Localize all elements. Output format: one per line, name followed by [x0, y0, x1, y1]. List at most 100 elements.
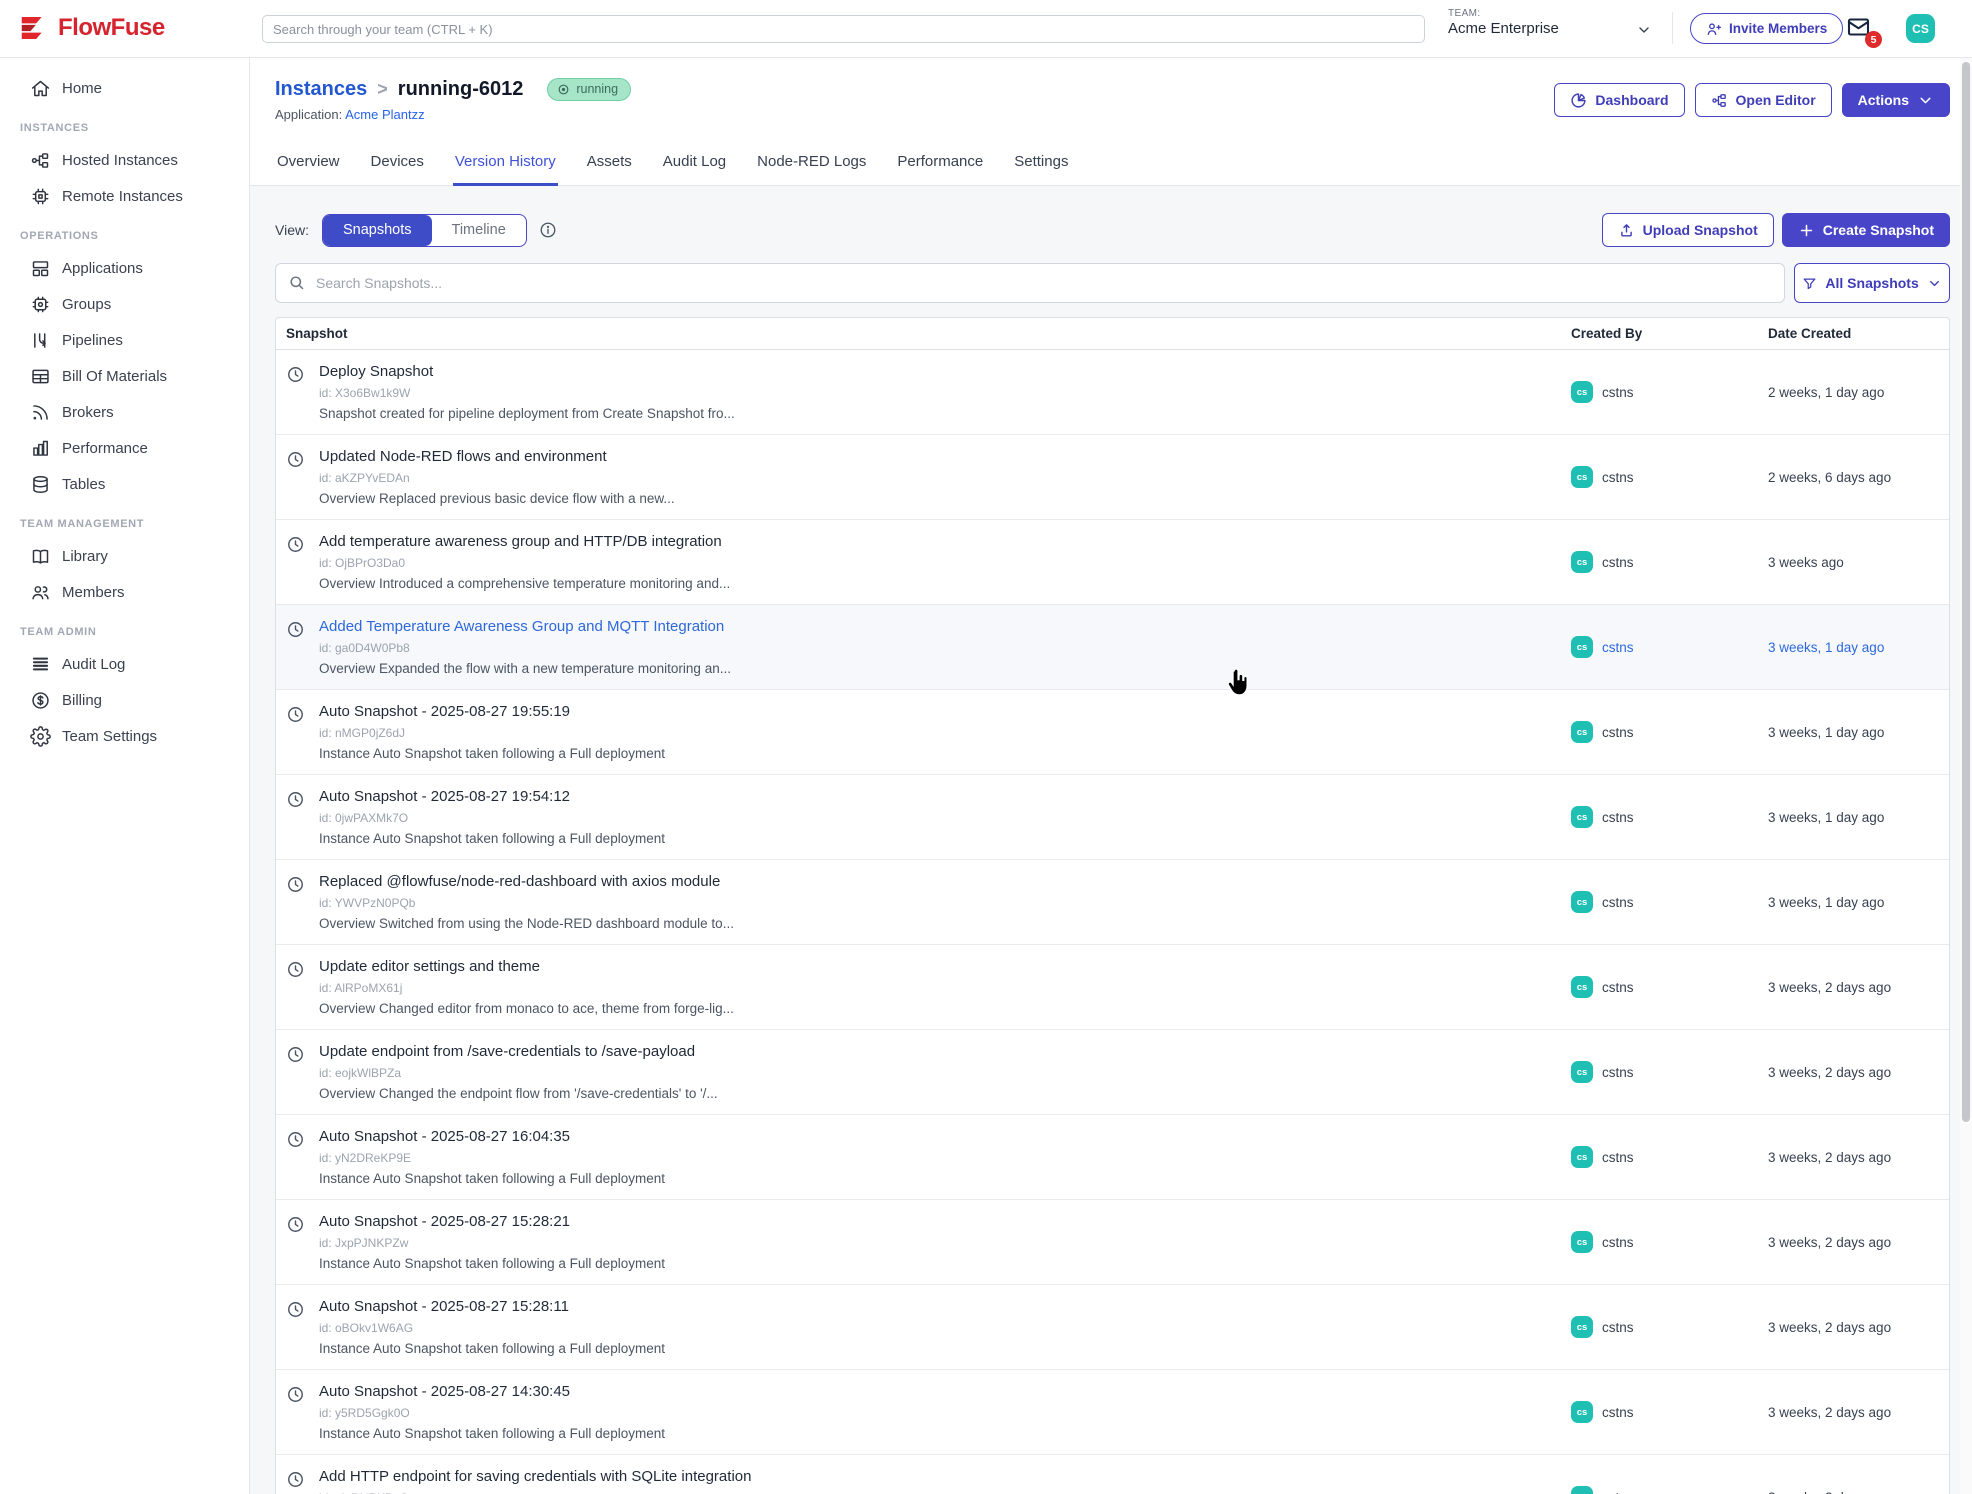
- clock-icon: [286, 365, 305, 384]
- sidebar-item-groups[interactable]: Groups: [0, 286, 249, 322]
- snapshot-search-input[interactable]: [275, 263, 1785, 303]
- scrollbar-thumb[interactable]: [1962, 62, 1970, 1122]
- sidebar-item-brokers[interactable]: Brokers: [0, 394, 249, 430]
- sidebar-item-bill-of-materials[interactable]: Bill Of Materials: [0, 358, 249, 394]
- clock-icon: [286, 790, 305, 809]
- sidebar-item-members[interactable]: Members: [0, 574, 249, 610]
- team-search-input[interactable]: [262, 15, 1425, 43]
- sidebar-item-team-settings[interactable]: Team Settings: [0, 718, 249, 754]
- snapshot-title[interactable]: Auto Snapshot - 2025-08-27 19:55:19: [319, 703, 665, 720]
- created-by-cell: cs cstns: [1571, 1370, 1768, 1454]
- date-created-cell: 3 weeks, 2 days ago: [1768, 945, 1949, 1029]
- create-snapshot-button[interactable]: Create Snapshot: [1782, 213, 1950, 247]
- tab-assets[interactable]: Assets: [585, 153, 634, 186]
- tab-devices[interactable]: Devices: [369, 153, 426, 186]
- breadcrumb-instances-link[interactable]: Instances: [275, 78, 367, 101]
- flowfuse-logo[interactable]: FlowFuse: [20, 13, 165, 43]
- scrollbar[interactable]: [1960, 58, 1972, 1494]
- snapshot-text: Auto Snapshot - 2025-08-27 15:28:11 id: …: [319, 1298, 665, 1369]
- members-icon: [30, 582, 51, 603]
- dashboard-button[interactable]: Dashboard: [1554, 83, 1684, 117]
- snapshot-title[interactable]: Update endpoint from /save-credentials t…: [319, 1043, 718, 1060]
- user-avatar[interactable]: CS: [1906, 14, 1935, 43]
- page-header: Instances > running-6012 running Applica…: [250, 58, 1972, 186]
- created-by-cell: cs cstns: [1571, 860, 1768, 944]
- table-row[interactable]: Update editor settings and theme id: AlR…: [276, 945, 1949, 1030]
- sidebar-item-remote-instances[interactable]: Remote Instances: [0, 178, 249, 214]
- tab-node-red-logs[interactable]: Node-RED Logs: [755, 153, 868, 186]
- author-name: cstns: [1602, 1150, 1634, 1165]
- snapshot-description: Overview Expanded the flow with a new te…: [319, 661, 731, 676]
- table-row[interactable]: Added Temperature Awareness Group and MQ…: [276, 605, 1949, 690]
- application-link[interactable]: Acme Plantzz: [345, 107, 424, 122]
- table-row[interactable]: Auto Snapshot - 2025-08-27 19:55:19 id: …: [276, 690, 1949, 775]
- sidebar-item-home[interactable]: Home: [0, 70, 249, 106]
- table-row[interactable]: Add HTTP endpoint for saving credentials…: [276, 1455, 1949, 1494]
- table-row[interactable]: Add temperature awareness group and HTTP…: [276, 520, 1949, 605]
- sidebar-item-performance[interactable]: Performance: [0, 430, 249, 466]
- snapshot-title[interactable]: Auto Snapshot - 2025-08-27 16:04:35: [319, 1128, 665, 1145]
- tab-overview[interactable]: Overview: [275, 153, 342, 186]
- table-row[interactable]: Auto Snapshot - 2025-08-27 15:28:21 id: …: [276, 1200, 1949, 1285]
- snapshot-title[interactable]: Auto Snapshot - 2025-08-27 15:28:21: [319, 1213, 665, 1230]
- sidebar-item-library[interactable]: Library: [0, 538, 249, 574]
- table-row[interactable]: Auto Snapshot - 2025-08-27 16:04:35 id: …: [276, 1115, 1949, 1200]
- sidebar-item-applications[interactable]: Applications: [0, 250, 249, 286]
- sidebar-item-label: Billing: [62, 692, 102, 709]
- sidebar-item-hosted-instances[interactable]: Hosted Instances: [0, 142, 249, 178]
- snapshot-title[interactable]: Deploy Snapshot: [319, 363, 735, 380]
- tab-settings[interactable]: Settings: [1012, 153, 1070, 186]
- table-row[interactable]: Update endpoint from /save-credentials t…: [276, 1030, 1949, 1115]
- sidebar-item-pipelines[interactable]: Pipelines: [0, 322, 249, 358]
- created-by-cell: cs cstns: [1571, 775, 1768, 859]
- table-row[interactable]: Auto Snapshot - 2025-08-27 19:54:12 id: …: [276, 775, 1949, 860]
- snapshot-title[interactable]: Updated Node-RED flows and environment: [319, 448, 675, 465]
- info-icon[interactable]: [539, 221, 557, 239]
- snapshot-title[interactable]: Replaced @flowfuse/node-red-dashboard wi…: [319, 873, 734, 890]
- sidebar-item-audit-log[interactable]: Audit Log: [0, 646, 249, 682]
- table-row[interactable]: Auto Snapshot - 2025-08-27 15:28:11 id: …: [276, 1285, 1949, 1370]
- table-row[interactable]: Auto Snapshot - 2025-08-27 14:30:45 id: …: [276, 1370, 1949, 1455]
- sidebar-item-label: Hosted Instances: [62, 152, 178, 169]
- snapshot-title[interactable]: Auto Snapshot - 2025-08-27 19:54:12: [319, 788, 665, 805]
- header-actions: Dashboard Open Editor Actions: [1554, 83, 1950, 117]
- invite-members-button[interactable]: Invite Members: [1690, 13, 1843, 44]
- open-editor-button-label: Open Editor: [1736, 92, 1816, 108]
- snapshot-title[interactable]: Auto Snapshot - 2025-08-27 15:28:11: [319, 1298, 665, 1315]
- view-option-snapshots[interactable]: Snapshots: [323, 215, 432, 246]
- snapshot-title[interactable]: Add temperature awareness group and HTTP…: [319, 533, 730, 550]
- snapshot-cell: Added Temperature Awareness Group and MQ…: [276, 605, 1571, 689]
- tab-bar: Overview Devices Version History Assets Audi…: [275, 153, 1070, 186]
- topbar: FlowFuse TEAM: Acme Enterprise Invite Me…: [0, 0, 1972, 58]
- sidebar-item-tables[interactable]: Tables: [0, 466, 249, 502]
- clock-icon: [286, 875, 305, 894]
- avatar: cs: [1571, 551, 1593, 573]
- snapshot-title[interactable]: Update editor settings and theme: [319, 958, 734, 975]
- tab-audit-log[interactable]: Audit Log: [661, 153, 728, 186]
- tab-version-history[interactable]: Version History: [453, 153, 558, 186]
- notifications-button[interactable]: 5: [1845, 15, 1875, 41]
- table-row[interactable]: Replaced @flowfuse/node-red-dashboard wi…: [276, 860, 1949, 945]
- view-toolbar: View: SnapshotsTimeline Upload Snapshot …: [275, 213, 1950, 247]
- tab-performance[interactable]: Performance: [895, 153, 985, 186]
- created-by-cell: cs cstns: [1571, 945, 1768, 1029]
- author-name: cstns: [1602, 895, 1634, 910]
- snapshot-text: Add HTTP endpoint for saving credentials…: [319, 1468, 751, 1494]
- dashboard-button-label: Dashboard: [1595, 92, 1668, 108]
- snapshot-filter-dropdown[interactable]: All Snapshots: [1794, 263, 1950, 303]
- snapshot-title[interactable]: Add HTTP endpoint for saving credentials…: [319, 1468, 751, 1485]
- snapshot-title[interactable]: Added Temperature Awareness Group and MQ…: [319, 618, 731, 635]
- actions-button[interactable]: Actions: [1842, 83, 1950, 117]
- snapshot-title[interactable]: Auto Snapshot - 2025-08-27 14:30:45: [319, 1383, 665, 1400]
- sidebar-item-billing[interactable]: Billing: [0, 682, 249, 718]
- open-editor-button[interactable]: Open Editor: [1695, 83, 1832, 117]
- upload-snapshot-button[interactable]: Upload Snapshot: [1602, 213, 1774, 247]
- table-row[interactable]: Updated Node-RED flows and environment i…: [276, 435, 1949, 520]
- table-row[interactable]: Deploy Snapshot id: X3o6Bw1k9W Snapshot …: [276, 350, 1949, 435]
- snapshot-text: Auto Snapshot - 2025-08-27 19:54:12 id: …: [319, 788, 665, 859]
- date-created-cell: 3 weeks, 2 days ago: [1768, 1030, 1949, 1114]
- sidebar-item-label: Brokers: [62, 404, 114, 421]
- date-created-cell: 2 weeks, 6 days ago: [1768, 435, 1949, 519]
- view-option-timeline[interactable]: Timeline: [432, 215, 526, 246]
- team-selector[interactable]: TEAM: Acme Enterprise: [1448, 8, 1652, 50]
